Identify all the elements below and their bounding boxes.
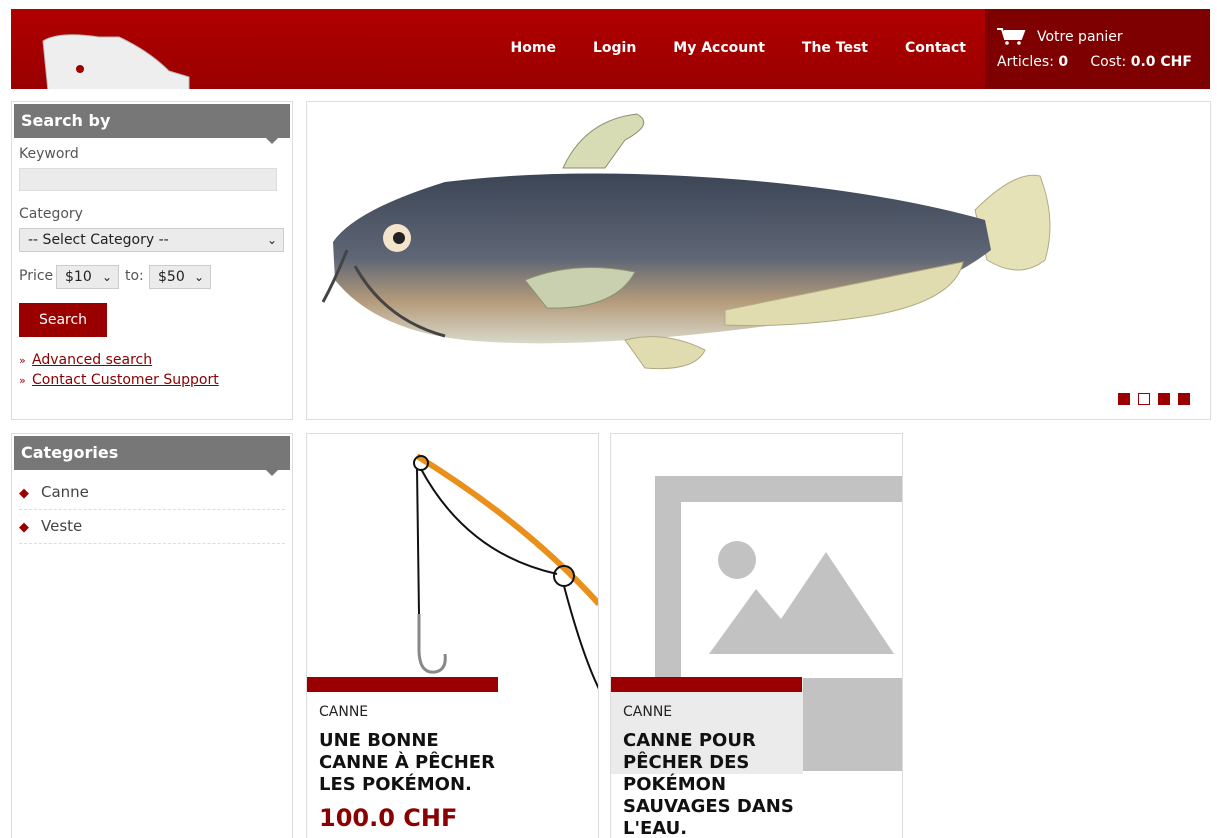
nav-login[interactable]: Login <box>593 40 636 56</box>
fishing-rod-image <box>413 453 598 690</box>
search-title-text: Search by <box>21 111 111 130</box>
fish-logo-icon[interactable] <box>39 31 199 89</box>
cart-summary[interactable]: Votre panier Articles: 0 Cost: 0.0 CHF <box>985 9 1210 89</box>
search-panel: Search by Keyword Category -- Select Cat… <box>11 101 293 420</box>
articles-count: 0 <box>1058 54 1069 70</box>
slider-pagination <box>1110 393 1190 405</box>
image-placeholder-icon <box>611 476 902 774</box>
product-title[interactable]: CANNE POUR PÊCHER DES POKÉMON SAUVAGES D… <box>623 730 803 838</box>
keyword-input[interactable] <box>19 168 277 191</box>
category-item-canne[interactable]: ◆ Canne <box>19 476 285 510</box>
product-accent-bar <box>307 677 498 692</box>
nav-my-account[interactable]: My Account <box>673 40 765 56</box>
category-item-label: Canne <box>41 483 89 501</box>
product-card[interactable]: CANNE UNE BONNE CANNE À PÊCHER LES POKÉM… <box>306 433 599 838</box>
category-label: Category <box>19 206 83 222</box>
contact-support-link-text[interactable]: Contact Customer Support <box>32 372 219 388</box>
cart-title: Votre panier <box>1037 29 1123 45</box>
category-select[interactable]: -- Select Category -- ⌄ <box>19 228 284 252</box>
nav-home[interactable]: Home <box>511 40 556 56</box>
slider-dot-4[interactable] <box>1178 393 1190 405</box>
search-panel-title: Search by <box>14 104 290 144</box>
advanced-search-link[interactable]: » Advanced search <box>19 352 152 368</box>
price-from-select[interactable]: $10 ⌄ <box>56 265 119 289</box>
price-to-value: $50 <box>158 269 185 285</box>
price-to-label: to: <box>125 268 144 284</box>
hero-slider[interactable] <box>306 101 1211 420</box>
shopping-cart-icon <box>997 28 1026 45</box>
notch-icon <box>266 138 278 144</box>
chevron-down-icon: ⌄ <box>193 270 204 284</box>
cost-value: 0.0 CHF <box>1130 54 1192 70</box>
categories-title-text: Categories <box>21 443 119 462</box>
price-to-select[interactable]: $50 ⌄ <box>149 265 211 289</box>
product-price: 100.0 CHF <box>319 804 458 832</box>
product-accent-bar <box>611 677 802 692</box>
product-category: CANNE <box>623 704 673 720</box>
advanced-search-link-text[interactable]: Advanced search <box>32 352 152 368</box>
double-chevron-right-icon: » <box>19 354 26 367</box>
contact-support-link[interactable]: » Contact Customer Support <box>19 372 219 388</box>
chevron-down-icon: ⌄ <box>101 270 112 284</box>
price-label: Price <box>19 268 54 284</box>
product-card[interactable]: CANNE CANNE POUR PÊCHER DES POKÉMON SAUV… <box>610 433 903 838</box>
tag-icon: ◆ <box>19 520 29 535</box>
slider-dot-1[interactable] <box>1118 393 1130 405</box>
main-nav: Home Login My Account The Test Contact <box>474 40 966 56</box>
category-item-label: Veste <box>41 517 83 535</box>
slider-dot-3[interactable] <box>1158 393 1170 405</box>
category-item-veste[interactable]: ◆ Veste <box>19 510 285 544</box>
category-select-value: -- Select Category -- <box>28 232 169 248</box>
tag-icon: ◆ <box>19 486 29 501</box>
slider-dot-2[interactable] <box>1138 393 1150 405</box>
categories-panel: Categories ◆ Canne ◆ Veste <box>11 433 293 838</box>
catfish-image <box>321 113 1051 370</box>
keyword-label: Keyword <box>19 146 79 162</box>
double-chevron-right-icon: » <box>19 374 26 387</box>
categories-panel-title: Categories <box>14 436 290 476</box>
nav-contact[interactable]: Contact <box>905 40 966 56</box>
site-header: Home Login My Account The Test Contact V… <box>11 9 1210 89</box>
chevron-down-icon: ⌄ <box>266 233 277 247</box>
nav-the-test[interactable]: The Test <box>802 40 868 56</box>
articles-label: Articles: <box>997 54 1054 70</box>
search-button[interactable]: Search <box>19 303 107 337</box>
product-title[interactable]: UNE BONNE CANNE À PÊCHER LES POKÉMON. <box>319 730 499 796</box>
cart-stats: Articles: 0 Cost: 0.0 CHF <box>997 54 1192 70</box>
price-from-value: $10 <box>65 269 92 285</box>
cost-label: Cost: <box>1090 54 1127 70</box>
product-category: CANNE <box>319 704 369 720</box>
